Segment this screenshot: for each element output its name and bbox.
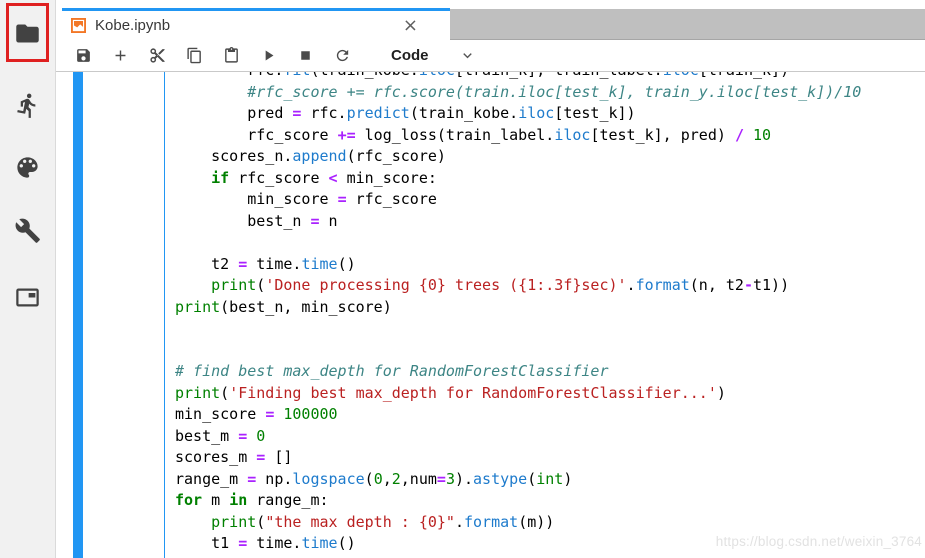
running-man-icon [14,92,41,119]
code-line: rfc.fit(train_kobe.iloc[train_k], train_… [175,72,925,82]
code-line: range_m = np.logspace(0,2,num=3).astype(… [175,469,925,491]
code-line: if rfc_score < min_score: [175,168,925,190]
tab-bar: Kobe.ipynb × [56,0,925,40]
code-line: best_n = n [175,211,925,233]
code-line: min_score = 100000 [175,404,925,426]
code-line [175,340,925,362]
tabs-icon [14,284,41,311]
palette-icon [14,154,41,181]
code-line: best_m = 0 [175,426,925,448]
tab-title: Kobe.ipynb [95,17,170,34]
restart-icon [334,47,351,64]
folder-icon [14,20,41,47]
code-line [175,232,925,254]
plus-icon [112,47,129,64]
code-line: rfc_score += log_loss(train_label.iloc[t… [175,125,925,147]
restart-button[interactable] [330,44,354,68]
sidebar-item-running-sessions[interactable] [0,83,55,127]
sidebar-item-file-browser[interactable] [0,11,55,55]
sidebar-item-command-palette[interactable] [0,145,55,189]
watermark: https://blog.csdn.net/weixin_3764 [716,534,922,549]
code-line: t2 = time.time() [175,254,925,276]
code-line: # find best max_depth for RandomForestCl… [175,361,925,383]
wrench-icon [14,217,41,244]
paste-button[interactable] [219,44,243,68]
code-line: print("the max depth : {0}".format(m)) [175,512,925,534]
sidebar-item-property-inspector[interactable] [0,208,55,252]
toolbar-buttons [71,44,367,68]
code-line: print('Finding best max_depth for Random… [175,383,925,405]
code-line: scores_m = [] [175,447,925,469]
notebook-icon [71,18,86,33]
code-line: for m in range_m: [175,490,925,512]
code-line: pred = rfc.predict(train_kobe.iloc[test_… [175,103,925,125]
active-cell-indicator-bar[interactable] [73,72,83,558]
cut-button[interactable] [145,44,169,68]
activity-sidebar [0,0,56,558]
cell-type-select[interactable]: Code [391,47,475,64]
tab-close-icon[interactable]: × [401,17,420,35]
copy-icon [186,47,203,64]
cell-type-label: Code [391,47,429,64]
code-line: #rfc_score += rfc.score(train.iloc[test_… [175,82,925,104]
code-line: min_score = rfc_score [175,189,925,211]
code-editor[interactable]: rfc.fit(train_kobe.iloc[train_k], train_… [164,72,925,558]
play-icon [260,47,277,64]
code-line: print('Done processing {0} trees ({1:.3f… [175,275,925,297]
stop-button[interactable] [293,44,317,68]
tab-kobe-ipynb[interactable]: Kobe.ipynb × [62,8,450,40]
scissors-icon [149,47,166,64]
notebook-toolbar: Code [56,40,925,72]
save-button[interactable] [71,44,95,68]
copy-button[interactable] [182,44,206,68]
code-line: print(best_n, min_score) [175,297,925,319]
stop-icon [297,47,314,64]
code-line: scores_n.append(rfc_score) [175,146,925,168]
code-line [175,318,925,340]
add-cell-button[interactable] [108,44,132,68]
run-button[interactable] [256,44,280,68]
clipboard-icon [223,47,240,64]
sidebar-item-open-tabs[interactable] [0,275,55,319]
chevron-down-icon [460,48,475,63]
notebook-content: rfc.fit(train_kobe.iloc[train_k], train_… [56,72,925,558]
save-icon [75,47,92,64]
tab-bar-background [450,9,925,40]
